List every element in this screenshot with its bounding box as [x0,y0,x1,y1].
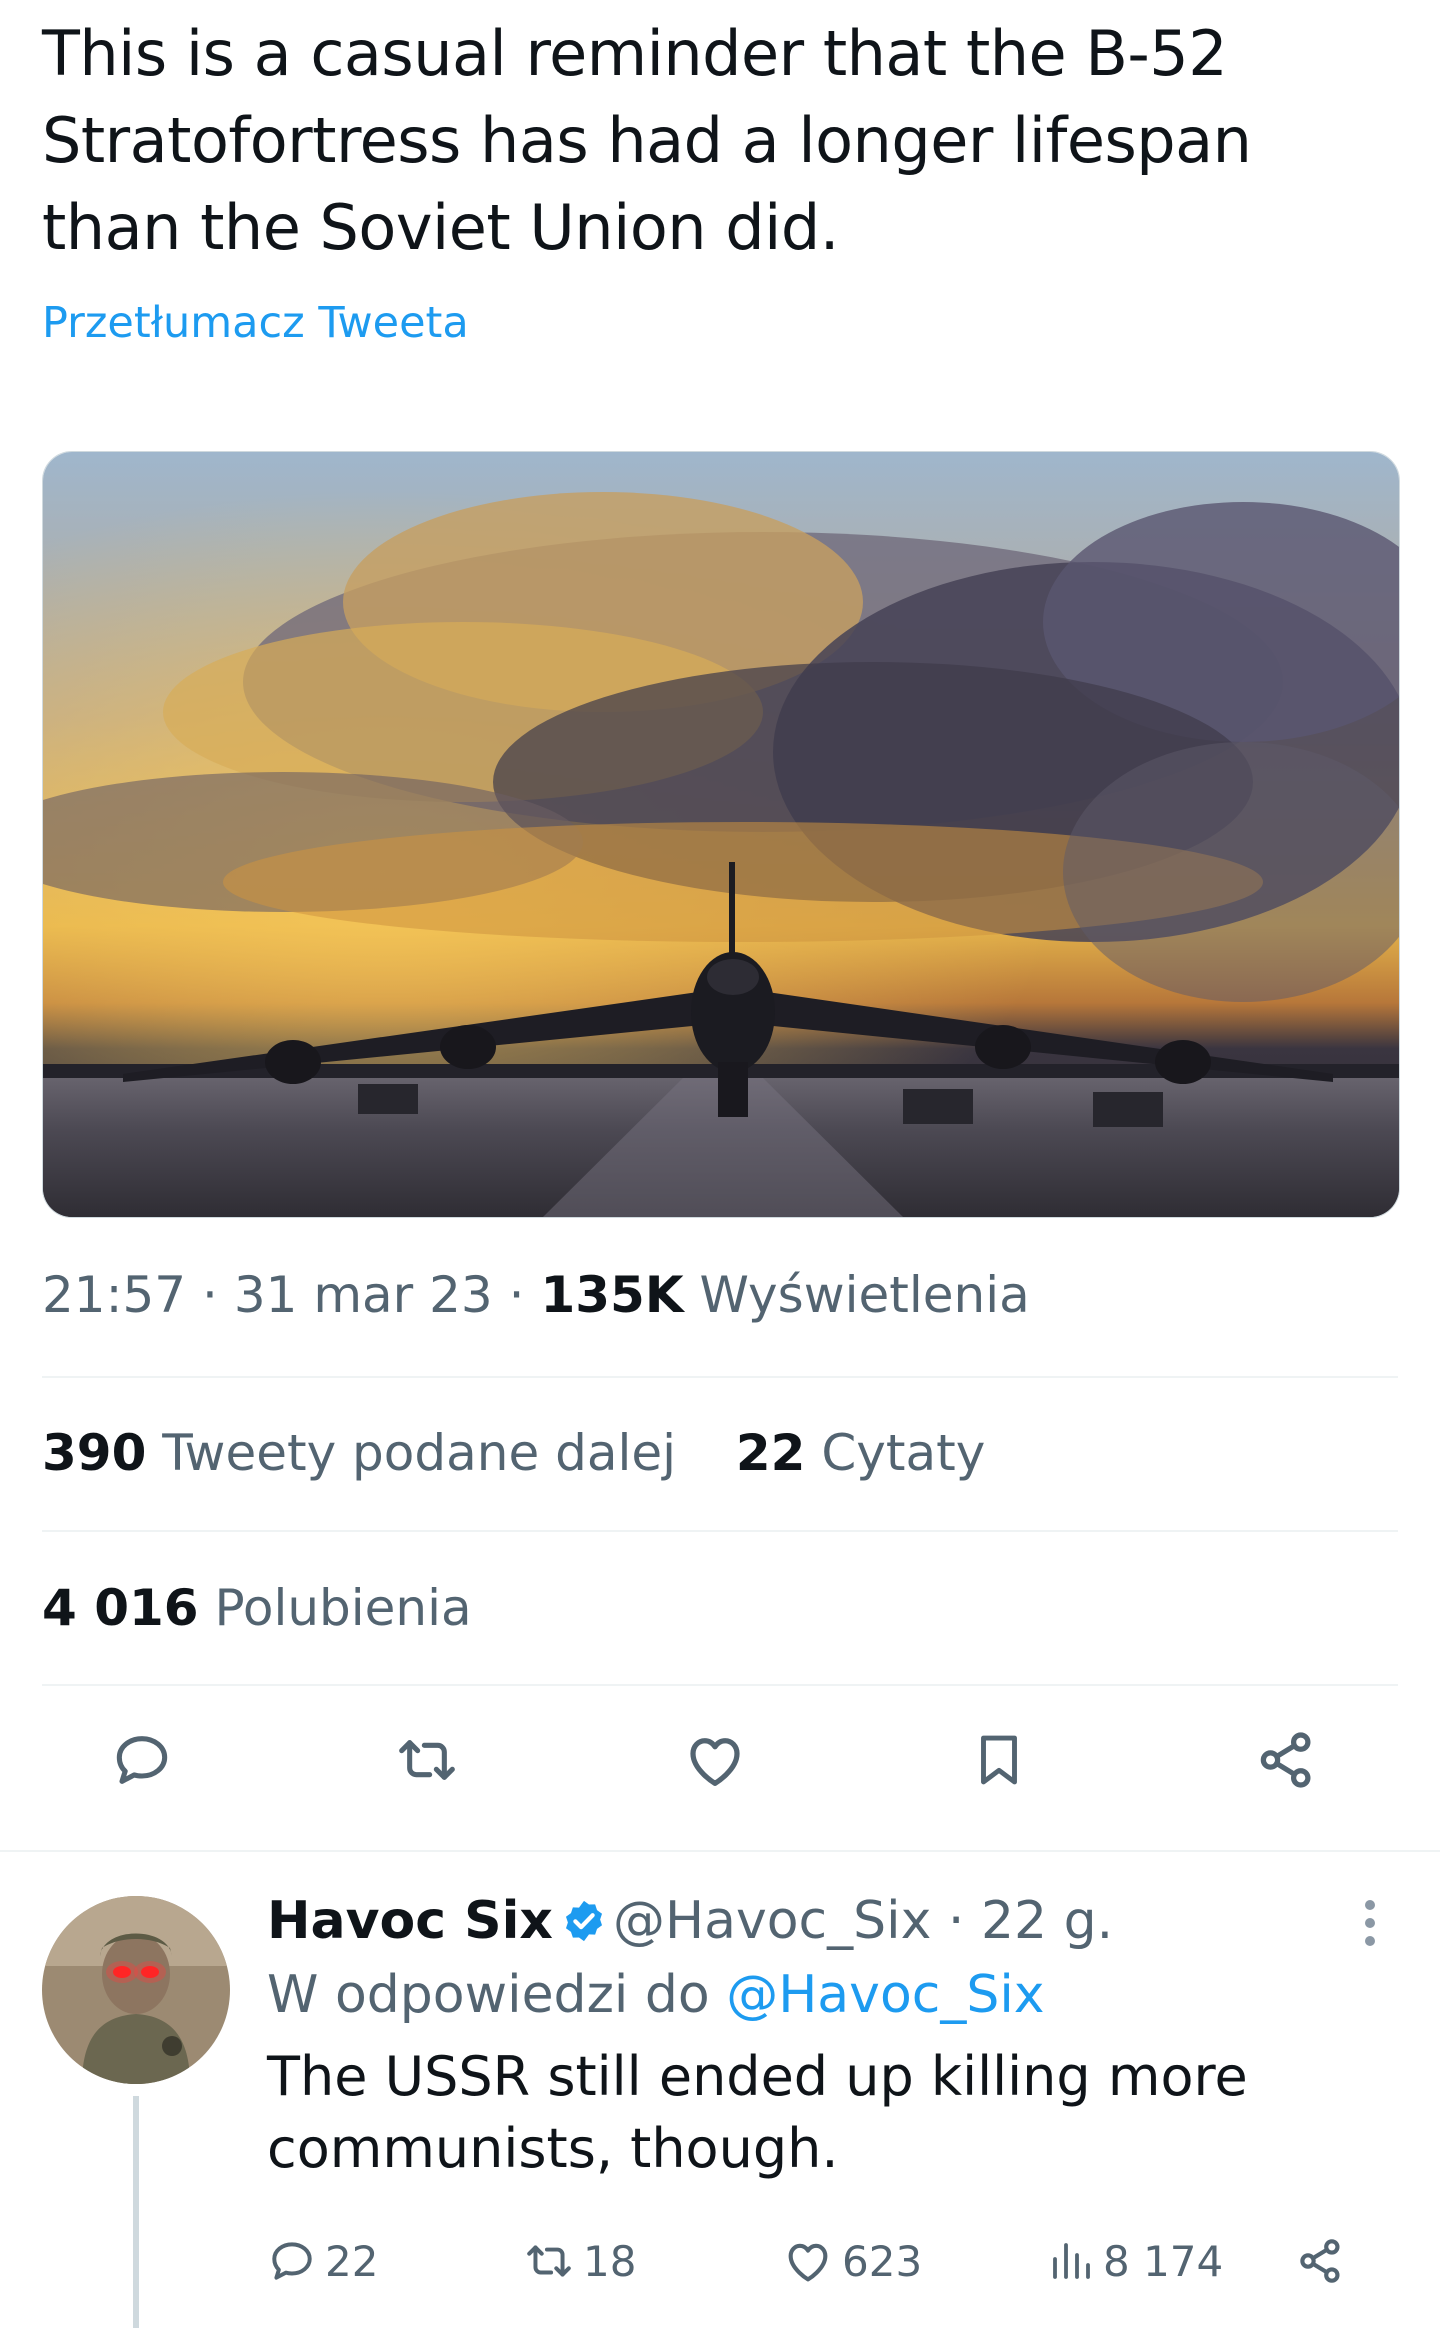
reply-icon [116,1736,168,1784]
verified-badge-icon [565,1900,603,1942]
divider [42,1530,1398,1532]
reply-age[interactable]: 22 g. [981,1891,1113,1951]
retweets-stat[interactable]: 390 Tweety podane dalej [42,1424,692,1482]
reply-text: The USSR still ended up killing more com… [267,2045,1248,2180]
like-count: 623 [842,2236,923,2286]
reply-icon [272,2242,312,2280]
bookmark-icon [981,1735,1017,1785]
views-chart-icon [1053,2243,1090,2279]
avatar[interactable] [42,1896,230,2084]
reply-count: 22 [325,2236,379,2286]
views-count: 135K [540,1266,684,1324]
replying-handle-link[interactable]: @Havoc_Six [726,1965,1044,2025]
author-name[interactable]: Havoc Six [267,1891,553,1951]
thread-line [133,2096,139,2328]
meta-separator: · [508,1266,525,1324]
retweet-count: 18 [583,2236,637,2286]
divider [42,1684,1398,1686]
tweet-date[interactable]: 31 mar 23 [234,1266,493,1324]
share-icon [1260,1732,1311,1788]
retweet-icon [527,2245,571,2277]
share-icon [1300,2239,1340,2283]
quotes-stat[interactable]: 22 Cytaty [736,1424,985,1482]
section-divider [0,1850,1440,1852]
retweet-icon [399,1740,455,1780]
likes-count: 4 016 [42,1579,199,1637]
likes-stat[interactable]: 4 016 Polubienia [42,1579,472,1637]
reply-retweet-button[interactable]: 18 [523,2226,636,2296]
replying-prefix: W odpowiedzi do [267,1965,710,2025]
like-button[interactable] [665,1710,765,1810]
tweet-time[interactable]: 21:57 [42,1266,186,1324]
reply-share-button[interactable] [1295,2226,1355,2296]
translate-tweet-link[interactable]: Przetłumacz Tweeta [42,298,469,348]
tweet-text: This is a casual reminder that the B-52 … [42,17,1252,264]
quotes-label: Cytaty [821,1424,986,1482]
meta-separator: · [947,1891,965,1951]
meta-separator: · [202,1266,218,1324]
reply-button[interactable] [92,1710,192,1810]
tweet-action-bar [42,1710,1398,1810]
reply-header: Havoc Six @Havoc_Six · 22 g. [267,1886,1113,1956]
author-handle[interactable]: @Havoc_Six [613,1891,931,1951]
like-icon [690,1738,740,1786]
views-label: Wyświetlenia [699,1266,1030,1324]
quotes-count: 22 [735,1424,806,1482]
reply-like-button[interactable]: 623 [782,2226,922,2296]
share-button[interactable] [1237,1710,1337,1810]
reply-views-button[interactable]: 8 174 [1047,2226,1223,2296]
likes-label: Polubienia [214,1579,472,1637]
more-vertical-icon [1365,1900,1375,1946]
like-icon [788,2243,828,2282]
reply-reply-button[interactable]: 22 [267,2226,378,2296]
retweet-button[interactable] [377,1710,477,1810]
divider [42,1376,1398,1378]
retweets-count: 390 [42,1424,147,1482]
tweet-image[interactable] [42,451,1400,1218]
replying-to: W odpowiedzi do @Havoc_Six [267,1960,1045,2030]
more-options-button[interactable] [1340,1888,1400,1958]
views-count: 8 174 [1103,2236,1224,2286]
reply-action-bar: 22 18 623 8 174 [267,2226,1387,2296]
engagement-row: 390 Tweety podane dalej 22 Cytaty [42,1424,985,1482]
tweet-meta: 21:57 · 31 mar 23 · 135K Wyświetlenia [42,1266,1030,1324]
bookmark-button[interactable] [949,1710,1049,1810]
retweets-label: Tweety podane dalej [162,1424,677,1482]
